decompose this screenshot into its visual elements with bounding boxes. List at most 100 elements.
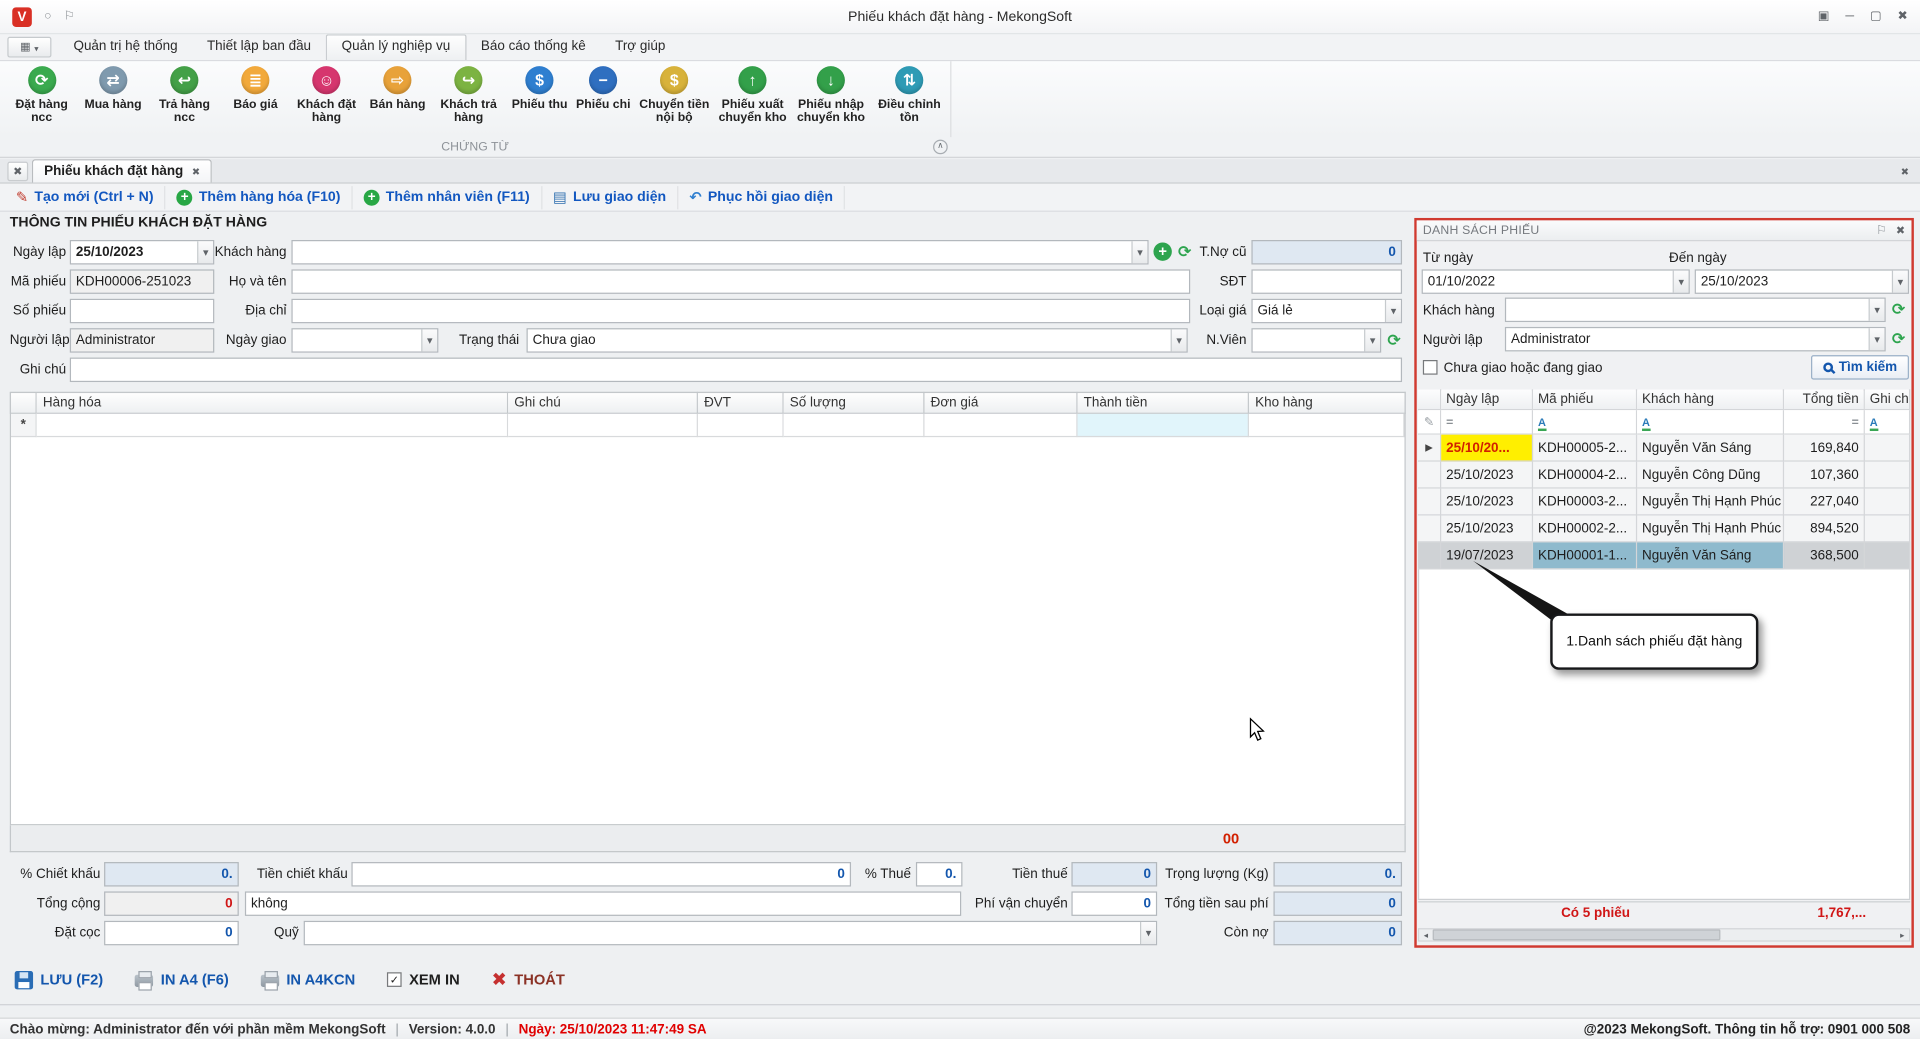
chevron-down-icon[interactable]: [1170, 329, 1187, 352]
ribbon-button[interactable]: − Phiếu chi: [571, 64, 635, 114]
chevron-down-icon[interactable]: [421, 329, 438, 352]
menu-tab[interactable]: Quản lý nghiệp vụ: [325, 34, 467, 60]
col-dvt[interactable]: ĐVT: [697, 391, 784, 414]
scroll-left-icon[interactable]: ◂: [1419, 929, 1432, 940]
header-ghi-chu[interactable]: Ghi chú: [1864, 389, 1911, 411]
n-vien-combo[interactable]: [1251, 328, 1382, 353]
col-kho-hang[interactable]: Kho hàng: [1248, 391, 1406, 414]
toolbar-button[interactable]: ↶ Phục hồi giao diện: [678, 185, 846, 209]
dia-chi-input[interactable]: [291, 298, 1191, 324]
cell-tong-tien[interactable]: 368,500: [1784, 542, 1865, 570]
filter-note[interactable]: [1864, 410, 1911, 435]
toolbar-button[interactable]: ▤ Lưu giao diện: [542, 185, 679, 209]
cell-ma-phieu[interactable]: KDH00004-2...: [1533, 461, 1638, 489]
cell-tong-tien[interactable]: 227,040: [1784, 488, 1865, 516]
ho-va-ten-input[interactable]: [291, 269, 1191, 294]
col-ghi-chu[interactable]: Ghi chú: [508, 391, 698, 414]
cell-ghi-chu[interactable]: [1864, 461, 1911, 489]
close-panel-icon[interactable]: [1896, 223, 1905, 236]
ribbon-button[interactable]: ⇨ Bán hàng: [366, 64, 430, 114]
new-row-cell[interactable]: [783, 413, 925, 438]
close-document-icon[interactable]: [1901, 167, 1917, 178]
ribbon-button[interactable]: ↩ Trả hàng ncc: [145, 64, 223, 128]
new-row-cell[interactable]: [508, 413, 698, 438]
close-icon[interactable]: ✖: [1897, 10, 1907, 23]
text-filter-icon[interactable]: [1538, 414, 1546, 429]
dat-coc-field[interactable]: 0: [104, 920, 239, 946]
header-ma-phieu[interactable]: Mã phiếu: [1533, 389, 1638, 411]
chevron-down-icon[interactable]: [1384, 300, 1401, 323]
pin-icon[interactable]: [64, 10, 75, 23]
cell-ghi-chu[interactable]: [1864, 488, 1911, 516]
new-row-cell[interactable]: [36, 413, 509, 438]
cell-ghi-chu[interactable]: [1864, 515, 1911, 543]
tu-ngay-input[interactable]: 01/10/2022: [1421, 269, 1690, 294]
header-ngay-lap[interactable]: Ngày lập: [1441, 389, 1534, 411]
so-phieu-input[interactable]: [69, 298, 215, 324]
fit-screen-icon[interactable]: ▣: [1818, 10, 1830, 23]
chevron-down-icon[interactable]: [1131, 241, 1148, 264]
new-row-cell[interactable]: [924, 413, 1078, 438]
checkbox-checked-icon[interactable]: [387, 972, 402, 987]
ghi-chu-input[interactable]: [69, 357, 1403, 383]
cell-khach-hang[interactable]: Nguyễn Văn Sáng: [1637, 542, 1785, 570]
chevron-down-icon[interactable]: [1364, 329, 1380, 352]
header-khach-hang[interactable]: Khách hàng: [1637, 389, 1785, 411]
den-ngay-input[interactable]: 25/10/2023: [1694, 269, 1909, 294]
cell-ghi-chu[interactable]: [1864, 542, 1911, 570]
filter-total[interactable]: [1784, 410, 1865, 435]
new-row-cell[interactable]: [697, 413, 784, 438]
refresh-employee-icon[interactable]: [1385, 331, 1403, 349]
cell-ngay-lap[interactable]: 25/10/20...: [1441, 434, 1534, 462]
ngay-lap-input[interactable]: 25/10/2023: [69, 240, 215, 265]
panel-khach-hang-combo[interactable]: [1504, 297, 1886, 323]
refresh-icon[interactable]: [1889, 300, 1907, 318]
order-list-row[interactable]: 25/10/2023 KDH00004-2... Nguyễn Công Dũn…: [1417, 461, 1911, 489]
quy-combo[interactable]: [303, 920, 1158, 946]
filter-customer[interactable]: [1637, 410, 1785, 435]
cell-khach-hang[interactable]: Nguyễn Thị Hạnh Phúc: [1637, 515, 1785, 543]
col-don-gia[interactable]: Đơn giá: [924, 391, 1078, 414]
col-so-luong[interactable]: Số lượng: [783, 391, 925, 414]
cell-tong-tien[interactable]: 894,520: [1784, 515, 1865, 543]
save-button[interactable]: LƯU (F2): [14, 970, 103, 989]
toolbar-button[interactable]: + Thêm hàng hóa (F10): [166, 185, 353, 209]
cell-ma-phieu[interactable]: KDH00002-2...: [1533, 515, 1638, 543]
print-a4-button[interactable]: IN A4 (F6): [135, 970, 229, 990]
order-list-row[interactable]: ▶ 25/10/20... KDH00005-2... Nguyễn Văn S…: [1417, 434, 1911, 462]
horizontal-scrollbar[interactable]: ◂ ▸: [1417, 928, 1911, 942]
trang-thai-combo[interactable]: Chưa giao: [526, 328, 1188, 353]
menu-tab[interactable]: Quản trị hệ thống: [59, 34, 192, 60]
exit-button[interactable]: THOÁT: [492, 969, 565, 991]
maximize-icon[interactable]: ▢: [1870, 10, 1882, 23]
col-thanh-tien[interactable]: Thành tiền: [1077, 391, 1249, 414]
cell-khach-hang[interactable]: Nguyễn Thị Hạnh Phúc: [1637, 488, 1785, 516]
menu-tab[interactable]: Trợ giúp: [600, 34, 680, 60]
close-tab-icon[interactable]: [192, 166, 200, 177]
ribbon-button[interactable]: ↑ Phiếu xuất chuyển kho: [713, 64, 791, 128]
ribbon-button[interactable]: ≣ Báo giá: [224, 64, 288, 114]
scroll-right-icon[interactable]: ▸: [1896, 929, 1909, 940]
thue-pct-field[interactable]: 0.: [915, 862, 963, 887]
ribbon-button[interactable]: $ Chuyển tiền nội bộ: [635, 64, 713, 128]
cell-ma-phieu[interactable]: KDH00003-2...: [1533, 488, 1638, 516]
cell-khach-hang[interactable]: Nguyễn Công Dũng: [1637, 461, 1785, 489]
toolbar-button[interactable]: + Thêm nhân viên (F11): [353, 185, 542, 209]
khach-hang-combo[interactable]: [291, 240, 1149, 265]
chevron-down-icon[interactable]: [1868, 298, 1885, 321]
col-hang-hoa[interactable]: Hàng hóa: [36, 391, 509, 414]
phi-van-chuyen-field[interactable]: 0: [1071, 891, 1158, 916]
sdt-input[interactable]: [1251, 269, 1403, 294]
cell-ngay-lap[interactable]: 25/10/2023: [1441, 488, 1534, 516]
print-a4kcn-button[interactable]: IN A4KCN: [260, 970, 355, 990]
menu-tab[interactable]: Thiết lập ban đầu: [192, 34, 325, 60]
close-all-tabs-button[interactable]: [7, 161, 29, 182]
panel-nguoi-lap-combo[interactable]: Administrator: [1504, 326, 1886, 352]
loai-gia-combo[interactable]: Giá lẻ: [1251, 298, 1403, 324]
application-menu-button[interactable]: [7, 36, 52, 58]
cell-tong-tien[interactable]: 169,840: [1784, 434, 1865, 462]
filter-code[interactable]: [1533, 410, 1638, 435]
ribbon-button[interactable]: ☺ Khách đặt hàng: [287, 64, 365, 128]
chevron-down-icon[interactable]: [1672, 270, 1689, 293]
cell-ngay-lap[interactable]: 25/10/2023: [1441, 515, 1534, 543]
